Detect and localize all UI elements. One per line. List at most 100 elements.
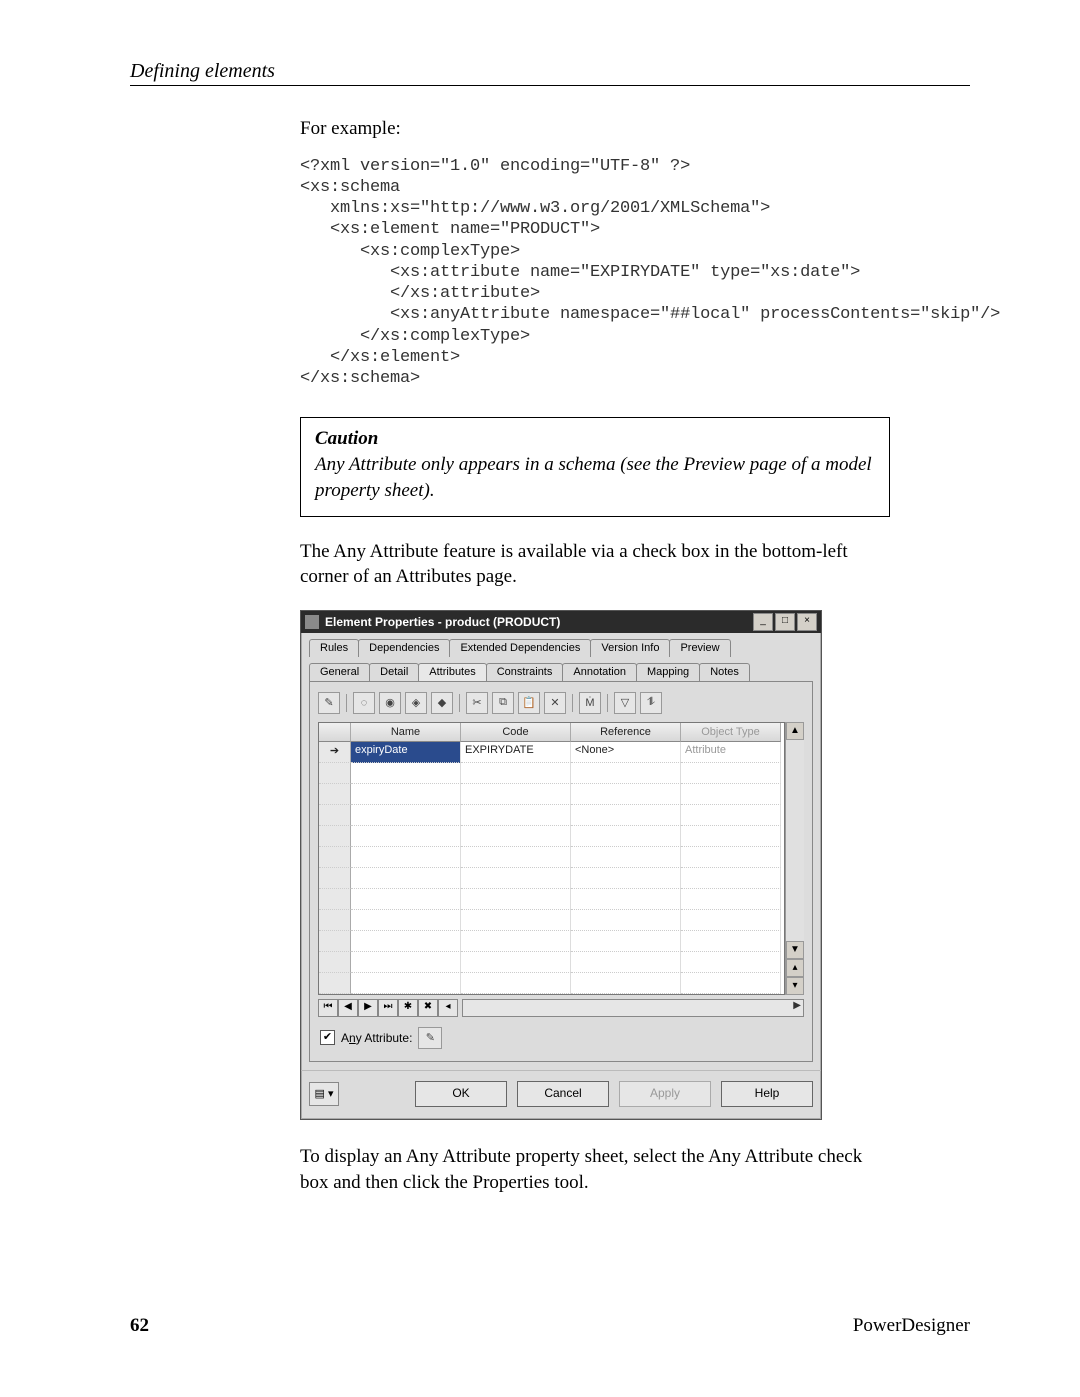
table-row[interactable] [319,868,784,889]
browse-icon[interactable]: ◆ [431,692,453,714]
toolbar-separator [346,694,347,712]
paste-icon[interactable]: 📋 [518,692,540,714]
ok-button[interactable]: OK [415,1081,507,1107]
titlebar: Element Properties - product (PRODUCT) _… [301,611,821,633]
table-row[interactable] [319,784,784,805]
table-row[interactable] [319,847,784,868]
toolbar: ✎ ◌ ◉ ◈ ◆ ✂ ⧉ 📋 ✕ Ṁ ▽ ⥮ [318,690,804,722]
element-properties-dialog: Element Properties - product (PRODUCT) _… [300,610,822,1120]
filter-icon[interactable]: ▽ [614,692,636,714]
tab-general[interactable]: General [309,663,370,681]
toolbar-separator [607,694,608,712]
any-attribute-label: Any Attribute: [341,1031,412,1045]
scroll-page-up-icon[interactable]: ▴ [786,959,804,977]
copy-icon[interactable]: ⧉ [492,692,514,714]
cell-reference[interactable]: <None> [571,742,681,763]
apply-button[interactable]: Apply [619,1081,711,1107]
app-icon [305,615,319,629]
tabs-row-back: Rules Dependencies Extended Dependencies… [301,633,821,657]
attributes-grid: Name Code Reference Object Type ➔ expiry… [318,722,804,995]
scroll-down-icon[interactable]: ▼ [786,941,804,959]
horizontal-scrollbar[interactable] [462,999,804,1017]
grid-header: Name Code Reference Object Type [319,723,784,742]
code-line: </xs:attribute> [300,284,540,303]
table-row[interactable] [319,952,784,973]
code-line: </xs:element> [300,348,460,367]
header-rule [130,85,970,86]
table-row[interactable] [319,973,784,994]
tab-constraints[interactable]: Constraints [486,663,564,681]
col-code[interactable]: Code [461,723,571,742]
minimize-button[interactable]: _ [753,613,773,631]
caution-box: Caution Any Attribute only appears in a … [300,417,890,516]
more-menu-button[interactable]: ▤ ▾ [309,1082,339,1106]
tab-rules[interactable]: Rules [309,639,359,657]
any-attribute-row: ✔ Any Attribute: ✎ [318,1017,804,1053]
page-footer: 62 PowerDesigner [130,1315,970,1337]
cut-icon[interactable]: ✂ [466,692,488,714]
code-line: <xs:element name="PRODUCT"> [300,220,600,239]
scroll-up-icon[interactable]: ▲ [786,722,804,740]
cell-code[interactable]: EXPIRYDATE [461,742,571,763]
cell-name[interactable]: expiryDate [351,742,461,763]
col-name[interactable]: Name [351,723,461,742]
first-record-icon[interactable]: ⏮ [318,999,338,1017]
add-icon[interactable]: ◌ [353,692,375,714]
code-line: </xs:schema> [300,369,420,388]
table-row[interactable]: ➔ expiryDate EXPIRYDATE <None> Attribute [319,742,784,763]
help-button[interactable]: Help [721,1081,813,1107]
vertical-scrollbar[interactable]: ▲ ▼ ▴ ▾ [785,722,804,995]
cancel-button[interactable]: Cancel [517,1081,609,1107]
toolbar-separator [572,694,573,712]
table-row[interactable] [319,763,784,784]
tab-preview[interactable]: Preview [669,639,730,657]
caution-body: Any Attribute only appears in a schema (… [315,452,875,503]
tab-version-info[interactable]: Version Info [590,639,670,657]
para-any-attribute-location: The Any Attribute feature is available v… [300,539,890,590]
nav-arrow-left-icon[interactable]: ◂ [438,999,458,1017]
attributes-pane: ✎ ◌ ◉ ◈ ◆ ✂ ⧉ 📋 ✕ Ṁ ▽ ⥮ [309,681,813,1062]
delete-record-icon[interactable]: ✖ [418,999,438,1017]
insert-icon[interactable]: ◉ [379,692,401,714]
code-line: <xs:schema [300,178,400,197]
table-row[interactable] [319,910,784,931]
new-record-icon[interactable]: ✱ [398,999,418,1017]
delete-icon[interactable]: ✕ [544,692,566,714]
any-attribute-properties-icon[interactable]: ✎ [418,1027,442,1049]
properties-tool-icon[interactable]: ✎ [318,692,340,714]
open-icon[interactable]: ◈ [405,692,427,714]
any-attribute-checkbox[interactable]: ✔ [320,1030,335,1045]
table-row[interactable] [319,805,784,826]
maximize-button[interactable]: □ [775,613,795,631]
tabs-row-front: General Detail Attributes Constraints An… [301,657,821,681]
customize-columns-icon[interactable]: ⥮ [640,692,662,714]
tab-annotation[interactable]: Annotation [562,663,637,681]
tab-extended-dependencies[interactable]: Extended Dependencies [449,639,591,657]
tab-notes[interactable]: Notes [699,663,750,681]
cell-object-type: Attribute [681,742,781,763]
tab-mapping[interactable]: Mapping [636,663,700,681]
col-object-type[interactable]: Object Type [681,723,781,742]
code-line: xmlns:xs="http://www.w3.org/2001/XMLSche… [300,199,770,218]
col-reference[interactable]: Reference [571,723,681,742]
tab-attributes[interactable]: Attributes [418,663,486,681]
scroll-page-down-icon[interactable]: ▾ [786,977,804,995]
next-record-icon[interactable]: ▶ [358,999,378,1017]
para-display-any-attribute: To display an Any Attribute property she… [300,1144,890,1195]
close-button[interactable]: × [797,613,817,631]
code-line: <xs:anyAttribute namespace="##local" pro… [300,305,1000,324]
tab-detail[interactable]: Detail [369,663,419,681]
table-row[interactable] [319,826,784,847]
record-navigator: ⏮ ◀ ▶ ⏭ ✱ ✖ ◂ [318,999,804,1017]
find-icon[interactable]: Ṁ [579,692,601,714]
code-line: </xs:complexType> [300,327,530,346]
running-head: Defining elements [130,60,970,83]
last-record-icon[interactable]: ⏭ [378,999,398,1017]
prev-record-icon[interactable]: ◀ [338,999,358,1017]
row-selector-header [319,723,351,742]
table-row[interactable] [319,931,784,952]
table-row[interactable] [319,889,784,910]
tab-dependencies[interactable]: Dependencies [358,639,450,657]
page-number: 62 [130,1315,149,1337]
caution-title: Caution [315,428,875,450]
